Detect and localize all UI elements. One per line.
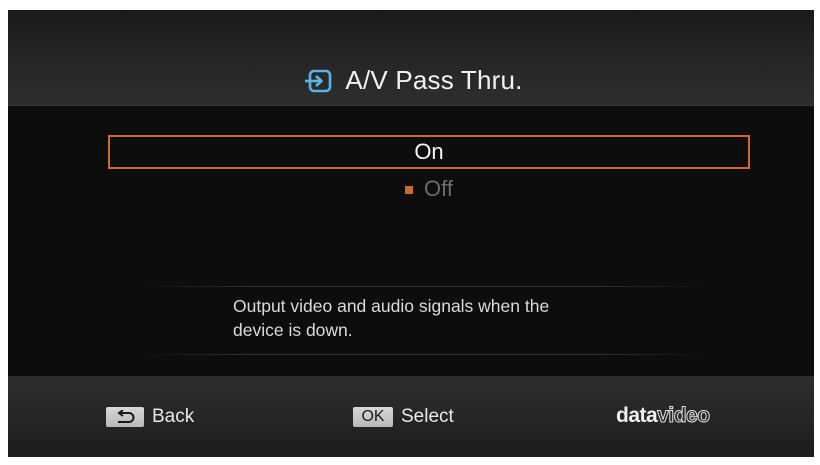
datavideo-logo: datavideo: [616, 404, 711, 428]
logo-bold-text: data: [616, 404, 658, 427]
description-line-1: Output video and audio signals when the: [233, 296, 550, 316]
select-label: Select: [401, 406, 454, 427]
option-off[interactable]: Off: [108, 176, 750, 202]
logo-outline-text: video: [657, 404, 711, 428]
back-label: Back: [152, 406, 195, 427]
option-on[interactable]: On: [108, 135, 750, 169]
description-line-2: device is down.: [233, 320, 353, 340]
selected-indicator-icon: [405, 185, 414, 194]
input-arrow-icon: [303, 69, 333, 93]
menu-screen: A/V Pass Thru. On Off Output video and a…: [8, 10, 814, 457]
ok-key: OK: [353, 407, 393, 427]
description-bottom-divider: [138, 354, 708, 355]
page-title: A/V Pass Thru.: [10, 65, 814, 96]
description-top-divider: [138, 286, 708, 287]
menu-header: A/V Pass Thru.: [8, 10, 814, 106]
back-button[interactable]: Back: [106, 406, 194, 428]
title-text: A/V Pass Thru.: [345, 65, 523, 95]
select-button[interactable]: OK Select: [353, 406, 454, 428]
option-off-label: Off: [424, 176, 453, 201]
footer-bar: Back OK Select datavideo: [8, 376, 814, 457]
back-key-icon: [106, 407, 144, 427]
description-text: Output video and audio signals when the …: [233, 294, 653, 342]
option-on-label: On: [414, 139, 444, 164]
